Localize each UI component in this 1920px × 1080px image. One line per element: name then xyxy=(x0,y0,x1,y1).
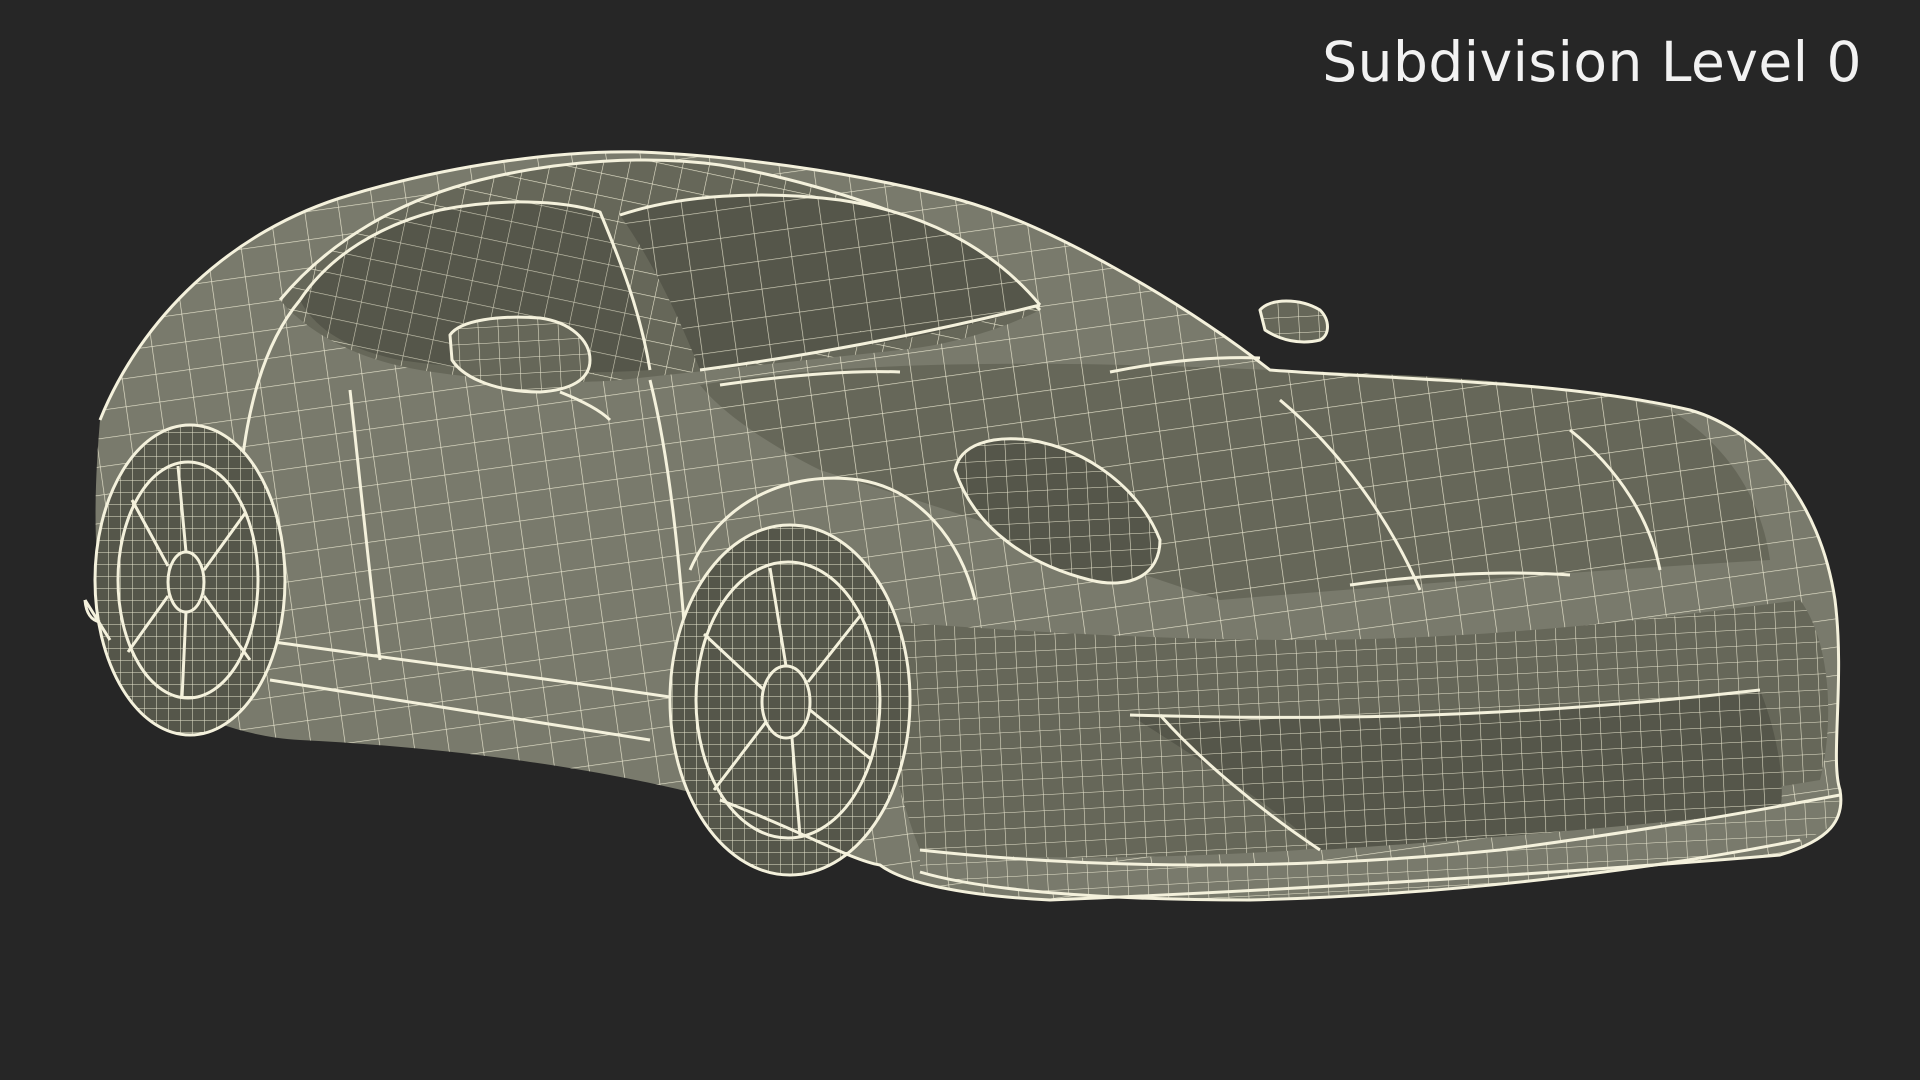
render-canvas: Subdivision Level 0 xyxy=(0,0,1920,1080)
side-mirror-right xyxy=(1258,299,1329,344)
rear-wheel xyxy=(93,423,287,737)
front-wheel xyxy=(668,523,912,877)
subdivision-level-label: Subdivision Level 0 xyxy=(1322,30,1862,94)
wireframe-car-model xyxy=(83,150,1843,902)
